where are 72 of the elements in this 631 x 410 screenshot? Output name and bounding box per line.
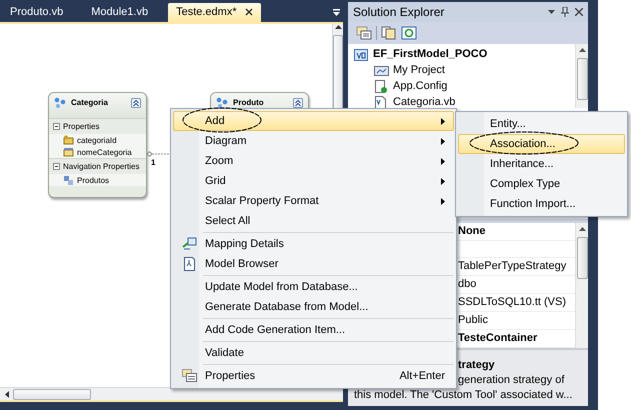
close-icon[interactable] [244,8,253,16]
panel-title: Solution Explorer [353,5,446,19]
document-tab[interactable]: Produto.vb [2,3,72,22]
menu-item[interactable]: Properties Alt+Enter [173,366,454,386]
project-icon [354,48,369,60]
collapse-icon[interactable] [293,98,303,108]
menu-item[interactable]: Select All [173,211,454,231]
menu-item[interactable]: Grid [173,171,454,191]
properties-icon[interactable] [356,26,372,40]
menu-item[interactable]: Diagram [173,131,454,151]
document-tab[interactable]: Teste.edmx* [168,3,261,22]
property-icon [63,147,74,157]
menu-item[interactable]: Function Import... [458,194,625,214]
multiplicity-label: 1 [151,158,156,167]
description-title: trategy [458,358,495,373]
up-arrow-icon[interactable] [578,227,586,231]
menu-item[interactable]: Zoom [173,151,454,171]
collapse-icon[interactable] [131,98,141,108]
property-icon [63,135,74,145]
left-arrow-icon[interactable] [4,390,9,398]
menu-item[interactable]: Mapping Details [173,234,454,254]
show-files-icon[interactable] [381,26,397,40]
menu-item[interactable]: Inheritance... [458,154,625,174]
menu-item[interactable]: Complex Type [458,174,625,194]
up-arrow-icon[interactable] [578,48,586,52]
entity-icon [54,97,66,108]
menu-item[interactable]: Entity... [458,114,625,134]
close-icon[interactable] [575,8,583,16]
submenu-arrow-icon [441,158,445,164]
config-icon [374,80,389,92]
menu-item[interactable]: Generate Database from Model... [173,297,454,317]
tree-item[interactable]: App.Config [393,80,448,92]
submenu-arrow-icon [441,178,445,184]
horizontal-scrollbar[interactable] [0,387,332,400]
properties-icon [182,369,197,383]
document-tab[interactable]: Module1.vb [83,3,156,22]
association-line[interactable] [146,151,172,157]
vertical-scrollbar[interactable] [575,44,588,108]
entity-name: Produto [233,98,265,107]
vertical-scrollbar[interactable] [575,223,588,348]
table-icon [182,237,197,251]
description-text: this model. The 'Custom Tool' associated w... [354,388,574,403]
menu-item[interactable]: Association... [458,134,625,154]
dropdown-icon[interactable] [332,9,341,17]
section-header: Navigation Properties [63,162,140,171]
minus-box-icon[interactable] [53,123,60,130]
menu-item[interactable]: Model Browser [173,254,454,274]
menu-item[interactable]: Add [173,111,454,131]
entity-shape[interactable]: Categoria Properties categoriaId nomeCategoria Navigation Properties Produtos [48,92,147,198]
menu-item[interactable]: Scalar Property Format [173,191,454,211]
submenu-arrow-icon [441,138,445,144]
refresh-icon[interactable] [401,26,417,40]
pin-icon[interactable] [561,7,569,17]
menu-item[interactable]: Validate [173,343,454,363]
myproject-icon [374,64,389,76]
dropdown-icon[interactable] [548,10,555,14]
entity-name: Categoria [71,98,109,107]
up-arrow-icon[interactable] [334,24,342,29]
tree-item[interactable]: My Project [393,64,445,76]
description-text: generation strategy of [458,373,564,388]
tree-item[interactable]: EF_FirstModel_POCO [373,48,488,60]
document-icon [182,257,197,271]
menu-item[interactable]: Update Model from Database... [173,277,454,297]
vbfile-icon [374,96,389,108]
navigation-property-icon [63,175,74,185]
entity-icon [216,97,228,108]
section-header: Properties [63,122,100,131]
tree-item[interactable]: Categoria.vb [393,96,456,108]
minus-box-icon[interactable] [53,163,60,170]
submenu-arrow-icon [441,118,445,124]
submenu-arrow-icon [441,198,445,204]
menu-item[interactable]: Add Code Generation Item... [173,320,454,340]
